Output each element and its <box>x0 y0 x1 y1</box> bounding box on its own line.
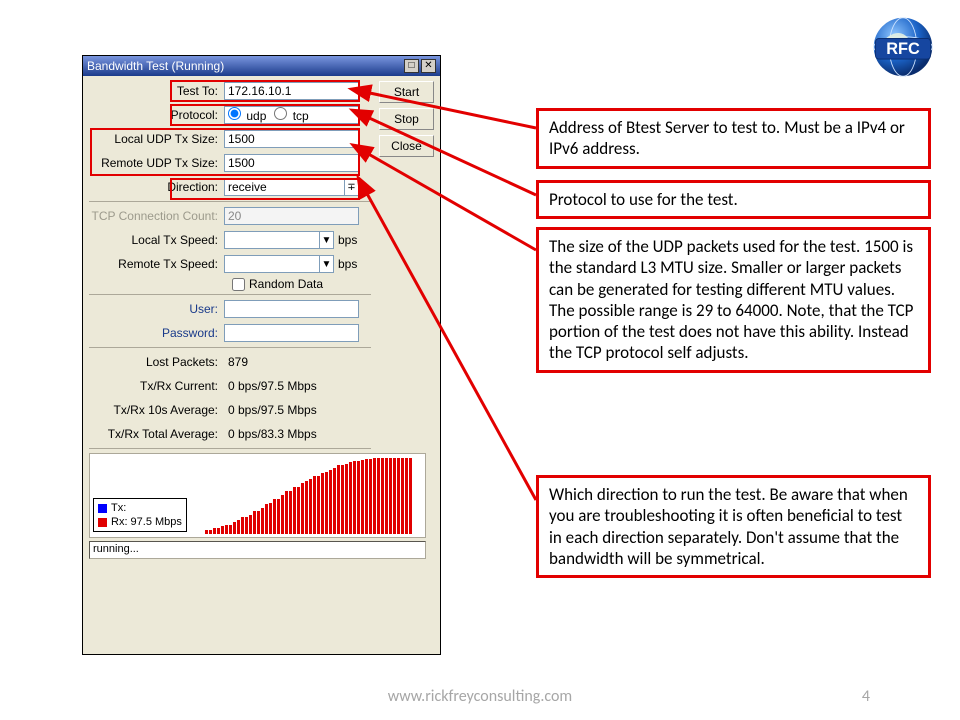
random-data-checkbox[interactable] <box>232 278 245 291</box>
label-lost: Lost Packets: <box>89 355 224 369</box>
highlight-test-to <box>170 80 360 102</box>
label-password: Password: <box>89 326 224 340</box>
unit-bps: bps <box>338 233 357 247</box>
callout-udp-size: The size of the UDP packets used for the… <box>536 227 931 373</box>
callout-direction: Which direction to run the test. Be awar… <box>536 475 931 578</box>
close-button[interactable]: Close <box>379 135 434 157</box>
status-bar: running... <box>89 541 426 559</box>
callout-protocol: Protocol to use for the test. <box>536 180 931 219</box>
square-icon <box>98 518 107 527</box>
label-avgtot: Tx/Rx Total Average: <box>89 427 224 441</box>
value-lost: 879 <box>224 351 371 373</box>
rfc-logo: RFC <box>860 12 946 82</box>
label-remote-tx: Remote Tx Speed: <box>89 257 224 271</box>
label-tcp-conn: TCP Connection Count: <box>89 209 224 223</box>
close-icon[interactable]: ✕ <box>421 59 436 73</box>
footer-url: www.rickfreyconsulting.com <box>0 687 960 706</box>
highlight-direction <box>170 178 360 200</box>
page-number: 4 <box>862 687 870 706</box>
password-input[interactable] <box>224 324 359 342</box>
value-cur: 0 bps/97.5 Mbps <box>224 375 371 397</box>
label-user: User: <box>89 302 224 316</box>
logo-text: RFC <box>886 40 920 58</box>
callout-test-to: Address of Btest Server to test to. Must… <box>536 108 931 169</box>
titlebar[interactable]: Bandwidth Test (Running) □ ✕ <box>83 56 440 76</box>
highlight-udp-size <box>90 128 360 176</box>
value-avg10: 0 bps/97.5 Mbps <box>224 399 371 421</box>
label-cur: Tx/Rx Current: <box>89 379 224 393</box>
chevron-down-icon: ▼ <box>319 256 333 272</box>
square-icon <box>98 504 107 513</box>
tcp-conn-input <box>224 207 359 225</box>
window-title: Bandwidth Test (Running) <box>87 59 224 73</box>
chart-legend: Tx: Rx: 97.5 Mbps <box>93 498 187 532</box>
stop-button[interactable]: Stop <box>379 108 434 130</box>
label-avg10: Tx/Rx 10s Average: <box>89 403 224 417</box>
label-random-data: Random Data <box>249 277 323 291</box>
chevron-down-icon: ▼ <box>319 232 333 248</box>
local-tx-input[interactable]: ▼ <box>224 231 334 249</box>
value-avgtot: 0 bps/83.3 Mbps <box>224 423 371 445</box>
label-local-tx: Local Tx Speed: <box>89 233 224 247</box>
start-button[interactable]: Start <box>379 81 434 103</box>
restore-icon[interactable]: □ <box>404 59 419 73</box>
highlight-protocol <box>170 104 360 126</box>
traffic-chart: Tx: Rx: 97.5 Mbps <box>89 453 426 538</box>
remote-tx-input[interactable]: ▼ <box>224 255 334 273</box>
unit-bps: bps <box>338 257 357 271</box>
user-input[interactable] <box>224 300 359 318</box>
